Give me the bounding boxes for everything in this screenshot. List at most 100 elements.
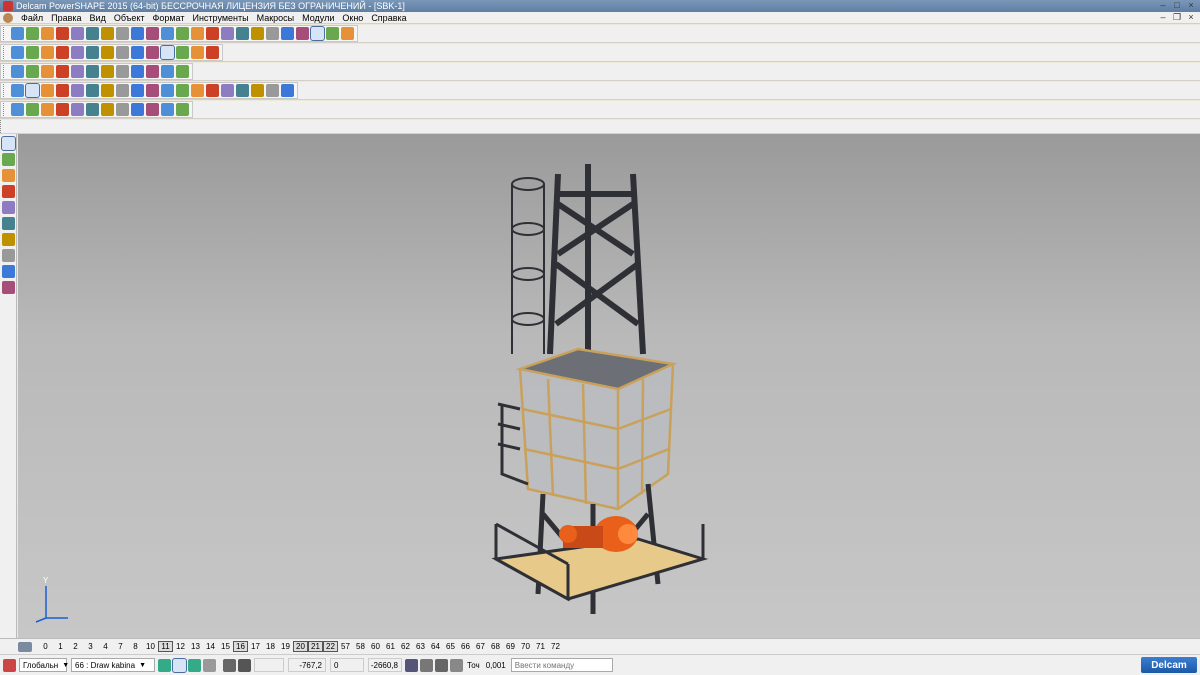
toolbar-grip[interactable] bbox=[3, 46, 8, 59]
level-button-16[interactable]: 16 bbox=[233, 641, 248, 652]
blend-icon[interactable] bbox=[206, 84, 219, 97]
loft-icon[interactable] bbox=[191, 84, 204, 97]
level-button-10[interactable]: 10 bbox=[143, 642, 158, 651]
boolean-icon[interactable] bbox=[41, 84, 54, 97]
line-icon[interactable] bbox=[41, 103, 54, 116]
boss-icon[interactable] bbox=[101, 103, 114, 116]
lock-icon[interactable] bbox=[203, 658, 216, 672]
cursor-icon[interactable] bbox=[11, 103, 24, 116]
level-button-8[interactable]: 8 bbox=[128, 642, 143, 651]
cube-icon[interactable] bbox=[56, 65, 69, 78]
grid-icon[interactable] bbox=[238, 658, 251, 672]
dimension-tool-icon[interactable] bbox=[2, 249, 15, 262]
quick-select-icon[interactable] bbox=[172, 657, 187, 673]
shaded-icon[interactable] bbox=[11, 65, 24, 78]
zoom-icon[interactable] bbox=[86, 46, 99, 59]
solid-a-icon[interactable] bbox=[11, 84, 24, 97]
command-input[interactable] bbox=[510, 658, 613, 672]
cut-icon[interactable] bbox=[131, 84, 144, 97]
zoom-box-icon[interactable] bbox=[116, 46, 129, 59]
arc-icon[interactable] bbox=[56, 103, 69, 116]
select-all-icon[interactable] bbox=[146, 27, 159, 40]
lamp-icon[interactable] bbox=[191, 46, 204, 59]
menu-tools[interactable]: Инструменты bbox=[188, 13, 252, 23]
iso-icon[interactable] bbox=[56, 46, 69, 59]
level-button-62[interactable]: 62 bbox=[398, 642, 413, 651]
level-button-63[interactable]: 63 bbox=[413, 642, 428, 651]
select-icon[interactable] bbox=[1, 136, 16, 151]
level-button-67[interactable]: 67 bbox=[473, 642, 488, 651]
solid-feat-icon[interactable] bbox=[86, 103, 99, 116]
offset-icon[interactable] bbox=[221, 84, 234, 97]
split-icon[interactable] bbox=[281, 84, 294, 97]
calculator-icon[interactable] bbox=[405, 658, 418, 672]
level-button-71[interactable]: 71 bbox=[533, 642, 548, 651]
multi-select-icon[interactable] bbox=[2, 153, 15, 166]
torus-icon[interactable] bbox=[116, 65, 129, 78]
text-icon[interactable] bbox=[281, 27, 294, 40]
surface-icon[interactable] bbox=[296, 27, 309, 40]
level-button-4[interactable]: 4 bbox=[98, 642, 113, 651]
arc-tool-icon[interactable] bbox=[2, 185, 15, 198]
motor-unit[interactable] bbox=[559, 516, 638, 552]
face-icon[interactable] bbox=[176, 103, 189, 116]
level-button-66[interactable]: 66 bbox=[458, 642, 473, 651]
level-button-18[interactable]: 18 bbox=[263, 642, 278, 651]
level-button-68[interactable]: 68 bbox=[488, 642, 503, 651]
level-button-11[interactable]: 11 bbox=[158, 641, 173, 652]
hole-icon[interactable] bbox=[131, 103, 144, 116]
level-button-13[interactable]: 13 bbox=[188, 642, 203, 651]
delete-icon[interactable] bbox=[131, 27, 144, 40]
magic-icon[interactable] bbox=[341, 27, 354, 40]
sweep-icon[interactable] bbox=[176, 84, 189, 97]
menu-help[interactable]: Справка bbox=[367, 13, 410, 23]
solid-icon[interactable] bbox=[310, 26, 325, 41]
mdi-restore-button[interactable]: ❐ bbox=[1172, 12, 1182, 23]
menu-object[interactable]: Объект bbox=[110, 13, 149, 23]
mirror-icon[interactable] bbox=[236, 84, 249, 97]
view-icon[interactable] bbox=[206, 27, 219, 40]
level-button-12[interactable]: 12 bbox=[173, 642, 188, 651]
pipe-icon[interactable] bbox=[146, 103, 159, 116]
level-button-21[interactable]: 21 bbox=[308, 641, 323, 652]
surface-tool-icon[interactable] bbox=[2, 217, 15, 230]
sphere-icon[interactable] bbox=[146, 46, 159, 59]
tower-model[interactable] bbox=[468, 154, 728, 614]
mdi-minimize-button[interactable]: – bbox=[1158, 12, 1168, 23]
rib-icon[interactable] bbox=[161, 103, 174, 116]
menu-window[interactable]: Окно bbox=[338, 13, 367, 23]
curve-icon[interactable] bbox=[266, 27, 279, 40]
pattern-icon[interactable] bbox=[266, 84, 279, 97]
polyline-icon[interactable] bbox=[236, 27, 249, 40]
level-button-3[interactable]: 3 bbox=[83, 642, 98, 651]
view-top-icon[interactable] bbox=[26, 46, 39, 59]
cut-icon[interactable] bbox=[86, 27, 99, 40]
curve-tool-icon[interactable] bbox=[2, 201, 15, 214]
menu-format[interactable]: Формат bbox=[149, 13, 189, 23]
paste-icon[interactable] bbox=[116, 27, 129, 40]
level-button-1[interactable]: 1 bbox=[53, 642, 68, 651]
levels-icon[interactable] bbox=[18, 641, 32, 652]
maximize-button[interactable]: □ bbox=[1172, 0, 1182, 10]
mdi-close-button[interactable]: × bbox=[1186, 12, 1196, 23]
boolean2-icon[interactable] bbox=[56, 84, 69, 97]
level-button-15[interactable]: 15 bbox=[218, 642, 233, 651]
box-icon[interactable] bbox=[131, 65, 144, 78]
menu-file[interactable]: Файл bbox=[17, 13, 47, 23]
chamfer-icon[interactable] bbox=[86, 84, 99, 97]
array-icon[interactable] bbox=[251, 84, 264, 97]
level-button-20[interactable]: 20 bbox=[293, 641, 308, 652]
mesh-icon[interactable] bbox=[326, 27, 339, 40]
level-button-61[interactable]: 61 bbox=[383, 642, 398, 651]
level-button-64[interactable]: 64 bbox=[428, 642, 443, 651]
shade-icon[interactable] bbox=[160, 45, 175, 60]
mode-icon[interactable] bbox=[188, 658, 201, 672]
redo-icon[interactable] bbox=[176, 27, 189, 40]
level-button-65[interactable]: 65 bbox=[443, 642, 458, 651]
move-icon[interactable] bbox=[176, 65, 189, 78]
level-button-17[interactable]: 17 bbox=[248, 642, 263, 651]
level-button-60[interactable]: 60 bbox=[368, 642, 383, 651]
copy-icon[interactable] bbox=[101, 27, 114, 40]
undo-icon[interactable] bbox=[161, 27, 174, 40]
open-model-icon[interactable] bbox=[41, 27, 54, 40]
